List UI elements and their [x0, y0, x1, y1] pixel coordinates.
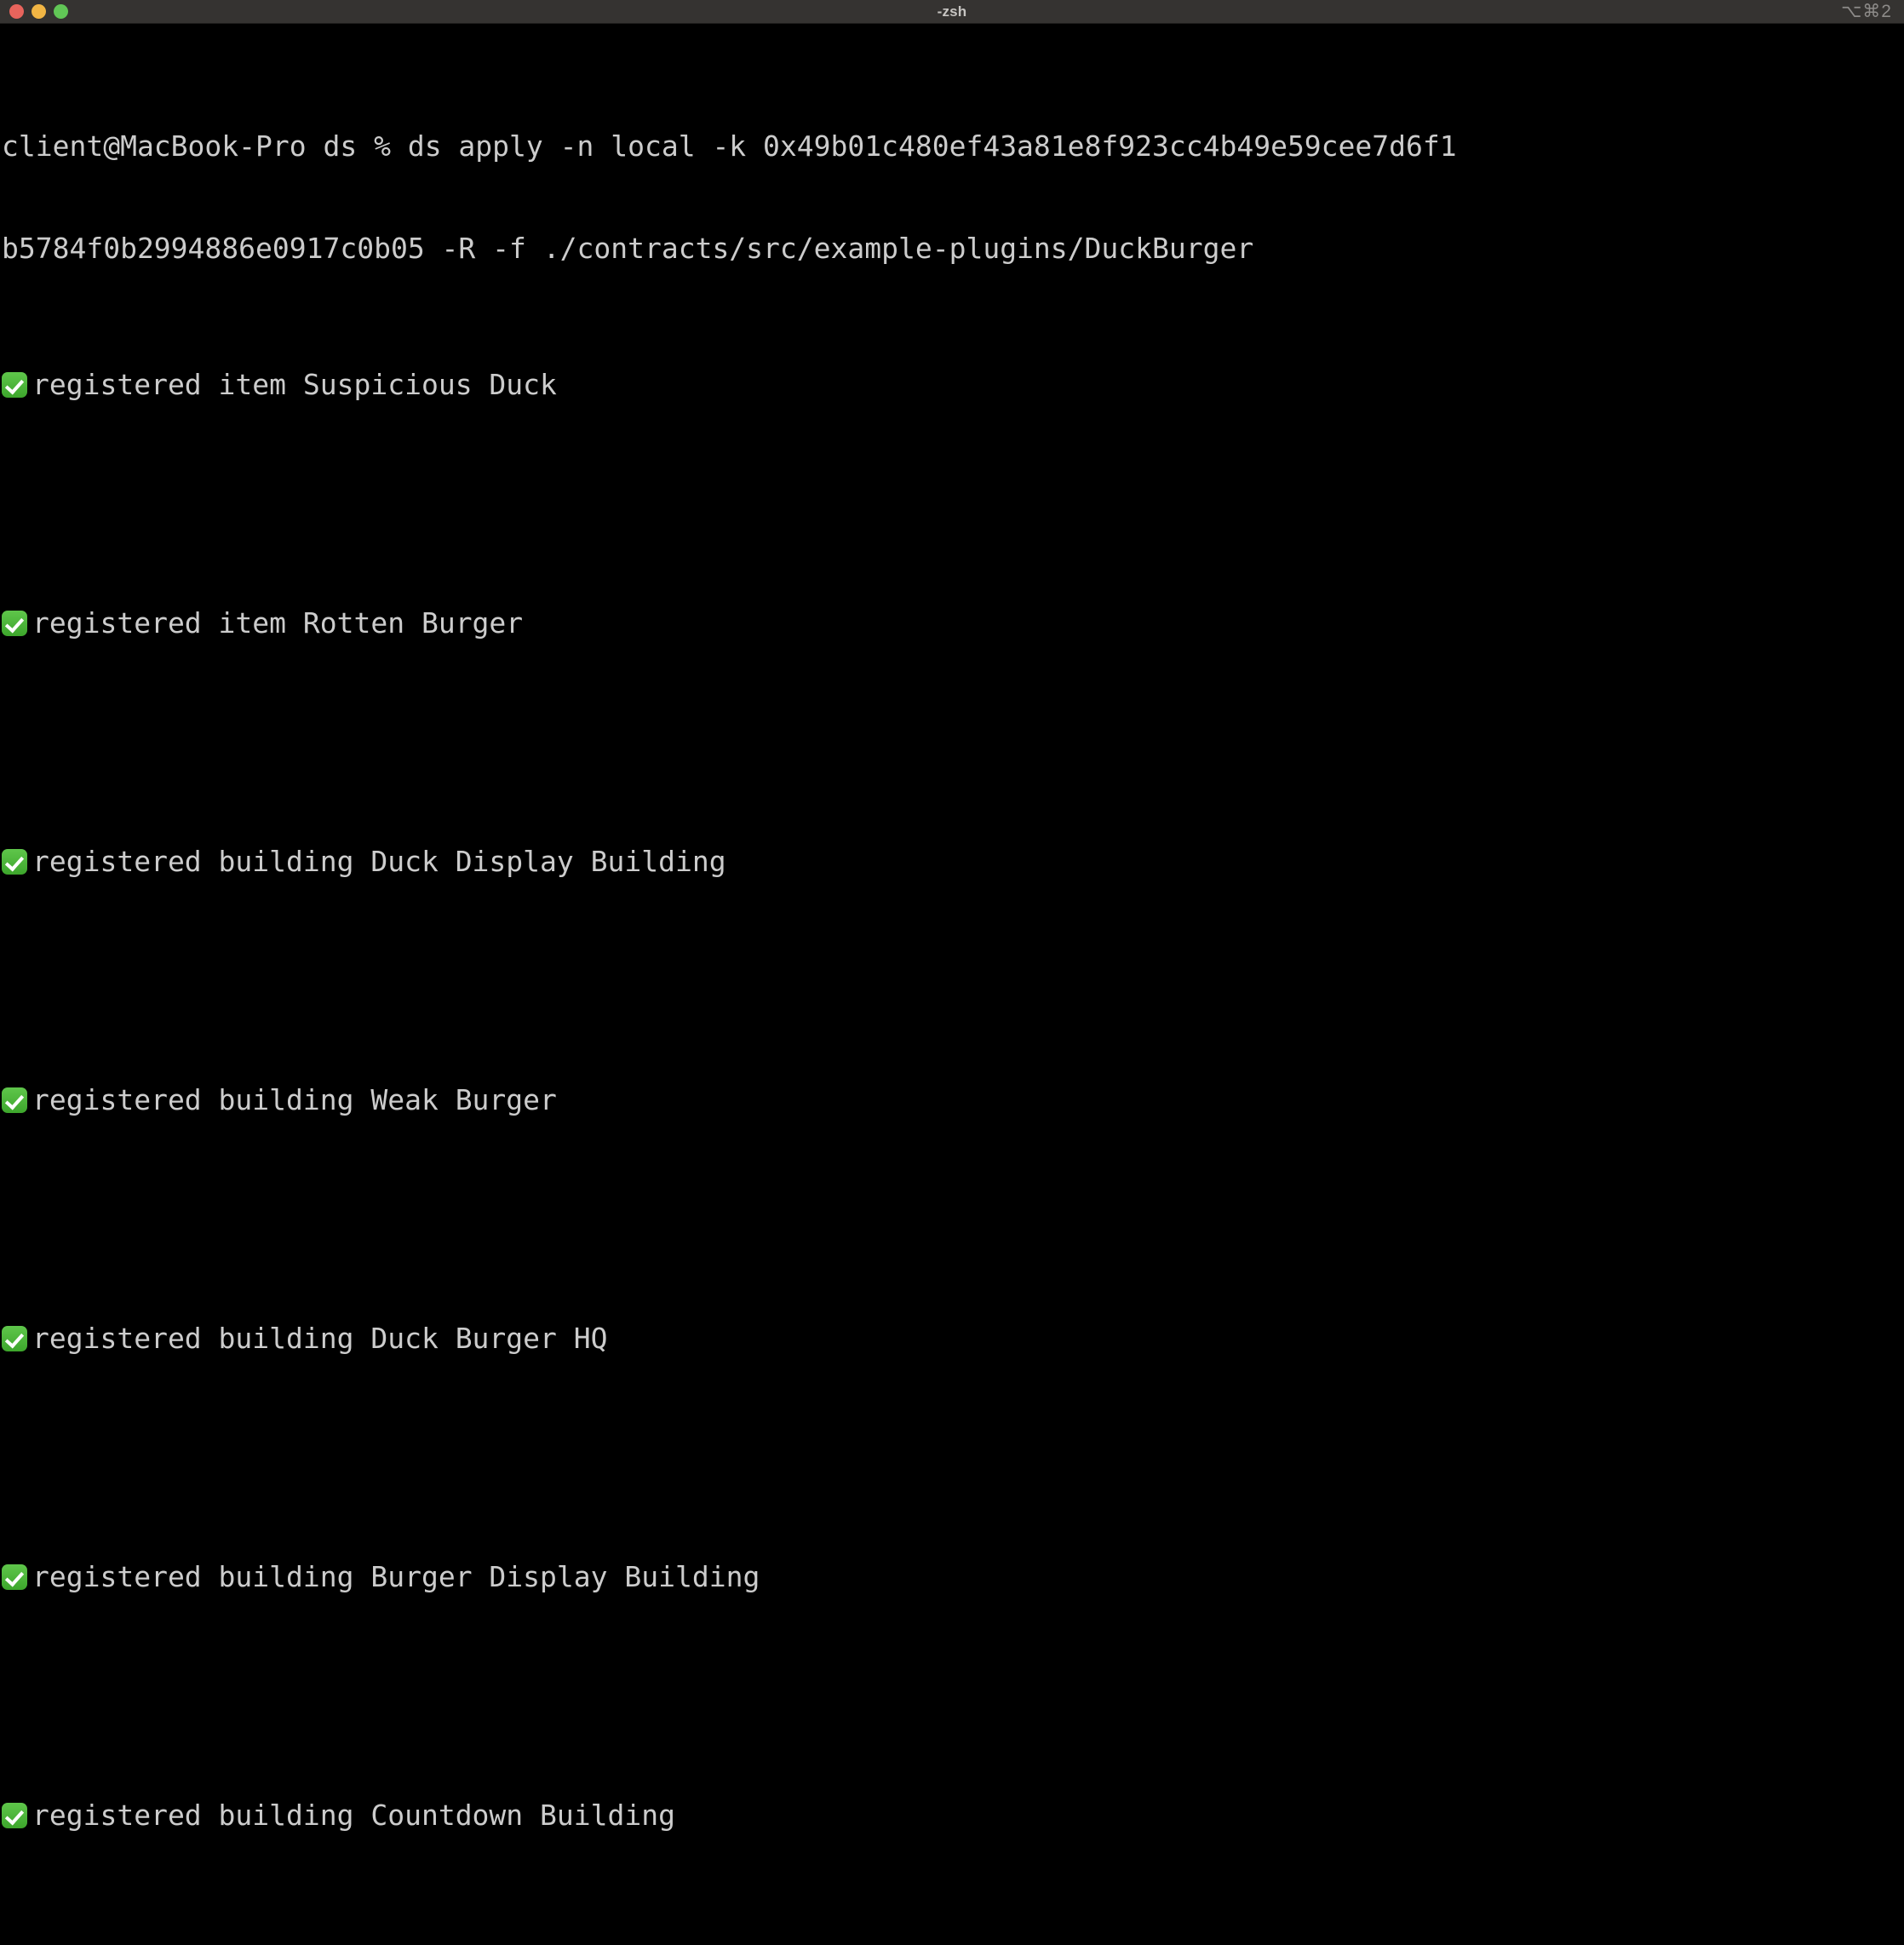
output-spacer [2, 709, 1904, 743]
output-spacer [2, 1901, 1904, 1935]
output-spacer [2, 1424, 1904, 1458]
output-line-text: registered building Weak Burger [32, 1083, 557, 1116]
output-spacer [2, 470, 1904, 504]
output-line: registered item Suspicious Duck [2, 368, 1904, 402]
traffic-light-group [0, 4, 68, 19]
tab-shortcut-indicator: ⌥⌘2 [1841, 2, 1892, 21]
white-heavy-check-mark-icon [2, 1564, 27, 1590]
window-titlebar: -zsh ⌥⌘2 [0, 0, 1904, 24]
command-line-part-1: client@MacBook-Pro ds % ds apply -n loca… [2, 129, 1457, 163]
white-heavy-check-mark-icon [2, 372, 27, 398]
white-heavy-check-mark-icon [2, 1326, 27, 1351]
output-line-text: registered item Suspicious Duck [32, 368, 557, 401]
output-line-text: registered building Duck Display Buildin… [32, 845, 726, 878]
output-line: registered building Duck Display Buildin… [2, 845, 1904, 879]
maximize-window-button[interactable] [54, 4, 68, 19]
close-window-button[interactable] [9, 4, 24, 19]
output-spacer [2, 1185, 1904, 1219]
white-heavy-check-mark-icon [2, 1087, 27, 1113]
output-line-text: registered item Rotten Burger [32, 606, 524, 640]
output-line: registered item Rotten Burger [2, 606, 1904, 640]
output-line: registered building Duck Burger HQ [2, 1322, 1904, 1356]
output-line: registered building Countdown Building [2, 1799, 1904, 1833]
white-heavy-check-mark-icon [2, 1803, 27, 1828]
minimize-window-button[interactable] [32, 4, 46, 19]
white-heavy-check-mark-icon [2, 849, 27, 875]
terminal-output-area[interactable]: client@MacBook-Pro ds % ds apply -n loca… [0, 24, 1904, 1832]
output-spacer [2, 947, 1904, 981]
command-line-part-2: b5784f0b2994886e0917c0b05 -R -f ./contra… [2, 232, 1254, 265]
output-line-text: registered building Duck Burger HQ [32, 1322, 608, 1355]
output-line: registered building Burger Display Build… [2, 1560, 1904, 1594]
output-line-text: registered building Countdown Building [32, 1799, 675, 1832]
white-heavy-check-mark-icon [2, 611, 27, 636]
output-spacer [2, 1662, 1904, 1696]
window-title: -zsh [937, 3, 967, 20]
output-line: registered building Weak Burger [2, 1083, 1904, 1117]
output-line-text: registered building Burger Display Build… [32, 1560, 760, 1593]
